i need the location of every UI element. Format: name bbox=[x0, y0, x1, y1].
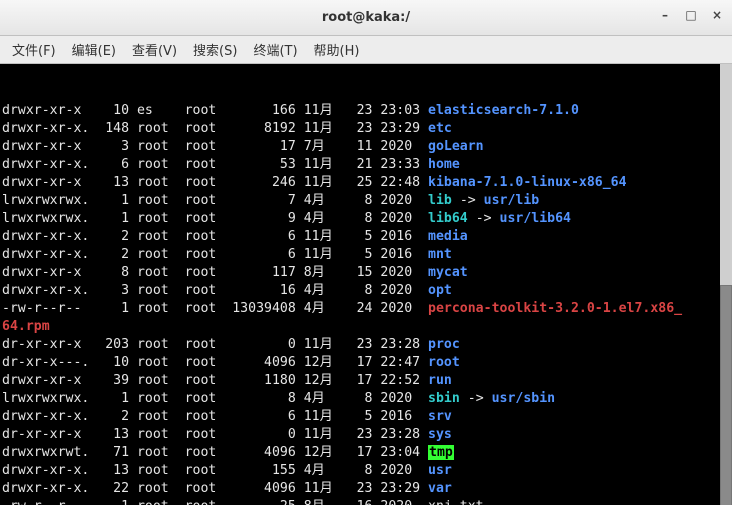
close-button[interactable]: × bbox=[708, 6, 726, 24]
terminal[interactable]: drwxr-xr-x 10 es root 166 11月 23 23:03 e… bbox=[0, 64, 732, 505]
filename: xnj.txt bbox=[428, 499, 484, 505]
listing-row: lrwxrwxrwx. 1 root root 9 4月 8 2020 lib6… bbox=[2, 210, 730, 228]
filename: run bbox=[428, 373, 452, 388]
listing-row: drwxr-xr-x. 6 root root 53 11月 21 23:33 … bbox=[2, 156, 730, 174]
symlink-target: usr/lib bbox=[484, 193, 540, 208]
scrollbar[interactable] bbox=[720, 64, 732, 505]
filename: etc bbox=[428, 121, 452, 136]
minimize-button[interactable]: – bbox=[656, 6, 674, 24]
listing-row: lrwxrwxrwx. 1 root root 8 4月 8 2020 sbin… bbox=[2, 390, 730, 408]
listing-row: drwxr-xr-x 39 root root 1180 12月 17 22:5… bbox=[2, 372, 730, 390]
filename: kibana-7.1.0-linux-x86_64 bbox=[428, 175, 627, 190]
filename: opt bbox=[428, 283, 452, 298]
symlink-target: usr/sbin bbox=[492, 391, 556, 406]
menu-search[interactable]: 搜索(S) bbox=[185, 38, 245, 61]
window-controls: – □ × bbox=[656, 6, 726, 24]
listing-row: dr-xr-xr-x 203 root root 0 11月 23 23:28 … bbox=[2, 336, 730, 354]
filename: var bbox=[428, 481, 452, 496]
listing-row: drwxr-xr-x. 13 root root 155 4月 8 2020 u… bbox=[2, 462, 730, 480]
menu-file[interactable]: 文件(F) bbox=[4, 38, 64, 61]
menu-edit[interactable]: 编辑(E) bbox=[64, 38, 124, 61]
filename: root bbox=[428, 355, 460, 370]
listing-row: drwxr-xr-x 10 es root 166 11月 23 23:03 e… bbox=[2, 102, 730, 120]
filename: elasticsearch-7.1.0 bbox=[428, 103, 579, 118]
filename: sys bbox=[428, 427, 452, 442]
listing-row: lrwxrwxrwx. 1 root root 7 4月 8 2020 lib … bbox=[2, 192, 730, 210]
listing-row: -rw-r--r-- 1 root root 13039408 4月 24 20… bbox=[2, 300, 730, 318]
listing-row: dr-xr-xr-x 13 root root 0 11月 23 23:28 s… bbox=[2, 426, 730, 444]
listing-row: drwxr-xr-x. 3 root root 16 4月 8 2020 opt bbox=[2, 282, 730, 300]
menu-terminal[interactable]: 终端(T) bbox=[245, 38, 305, 61]
listing-row: drwxr-xr-x 8 root root 117 8月 15 2020 my… bbox=[2, 264, 730, 282]
listing-row: drwxr-xr-x. 22 root root 4096 11月 23 23:… bbox=[2, 480, 730, 498]
filename: proc bbox=[428, 337, 460, 352]
listing-row: -rw-r--r-- 1 root root 25 8月 16 2020 xnj… bbox=[2, 498, 730, 505]
listing-row: dr-xr-x---. 10 root root 4096 12月 17 22:… bbox=[2, 354, 730, 372]
filename: mycat bbox=[428, 265, 468, 280]
filename: percona-toolkit-3.2.0-1.el7.x86_ bbox=[428, 301, 682, 316]
window-title: root@kaka:/ bbox=[322, 10, 410, 25]
listing-row: drwxr-xr-x 3 root root 17 7月 11 2020 goL… bbox=[2, 138, 730, 156]
listing-row: drwxr-xr-x. 2 root root 6 11月 5 2016 med… bbox=[2, 228, 730, 246]
menu-view[interactable]: 查看(V) bbox=[124, 38, 185, 61]
filename: sbin bbox=[428, 391, 460, 406]
listing-row: drwxr-xr-x 13 root root 246 11月 25 22:48… bbox=[2, 174, 730, 192]
filename: media bbox=[428, 229, 468, 244]
filename: srv bbox=[428, 409, 452, 424]
listing-row: drwxr-xr-x. 148 root root 8192 11月 23 23… bbox=[2, 120, 730, 138]
filename: goLearn bbox=[428, 139, 484, 154]
filename: mnt bbox=[428, 247, 452, 262]
filename: home bbox=[428, 157, 460, 172]
listing-row: drwxr-xr-x. 2 root root 6 11月 5 2016 srv bbox=[2, 408, 730, 426]
symlink-target: usr/lib64 bbox=[500, 211, 571, 226]
scrollbar-thumb[interactable] bbox=[720, 285, 732, 505]
listing-row: drwxrwxrwt. 71 root root 4096 12月 17 23:… bbox=[2, 444, 730, 462]
filename: lib bbox=[428, 193, 452, 208]
menu-help[interactable]: 帮助(H) bbox=[306, 38, 368, 61]
filename: tmp bbox=[428, 445, 454, 460]
listing-row-wrap: 64.rpm bbox=[2, 318, 730, 336]
titlebar[interactable]: root@kaka:/ – □ × bbox=[0, 0, 732, 36]
filename: lib64 bbox=[428, 211, 468, 226]
filename: usr bbox=[428, 463, 452, 478]
menubar: 文件(F) 编辑(E) 查看(V) 搜索(S) 终端(T) 帮助(H) bbox=[0, 36, 732, 64]
maximize-button[interactable]: □ bbox=[682, 6, 700, 24]
listing-row: drwxr-xr-x. 2 root root 6 11月 5 2016 mnt bbox=[2, 246, 730, 264]
